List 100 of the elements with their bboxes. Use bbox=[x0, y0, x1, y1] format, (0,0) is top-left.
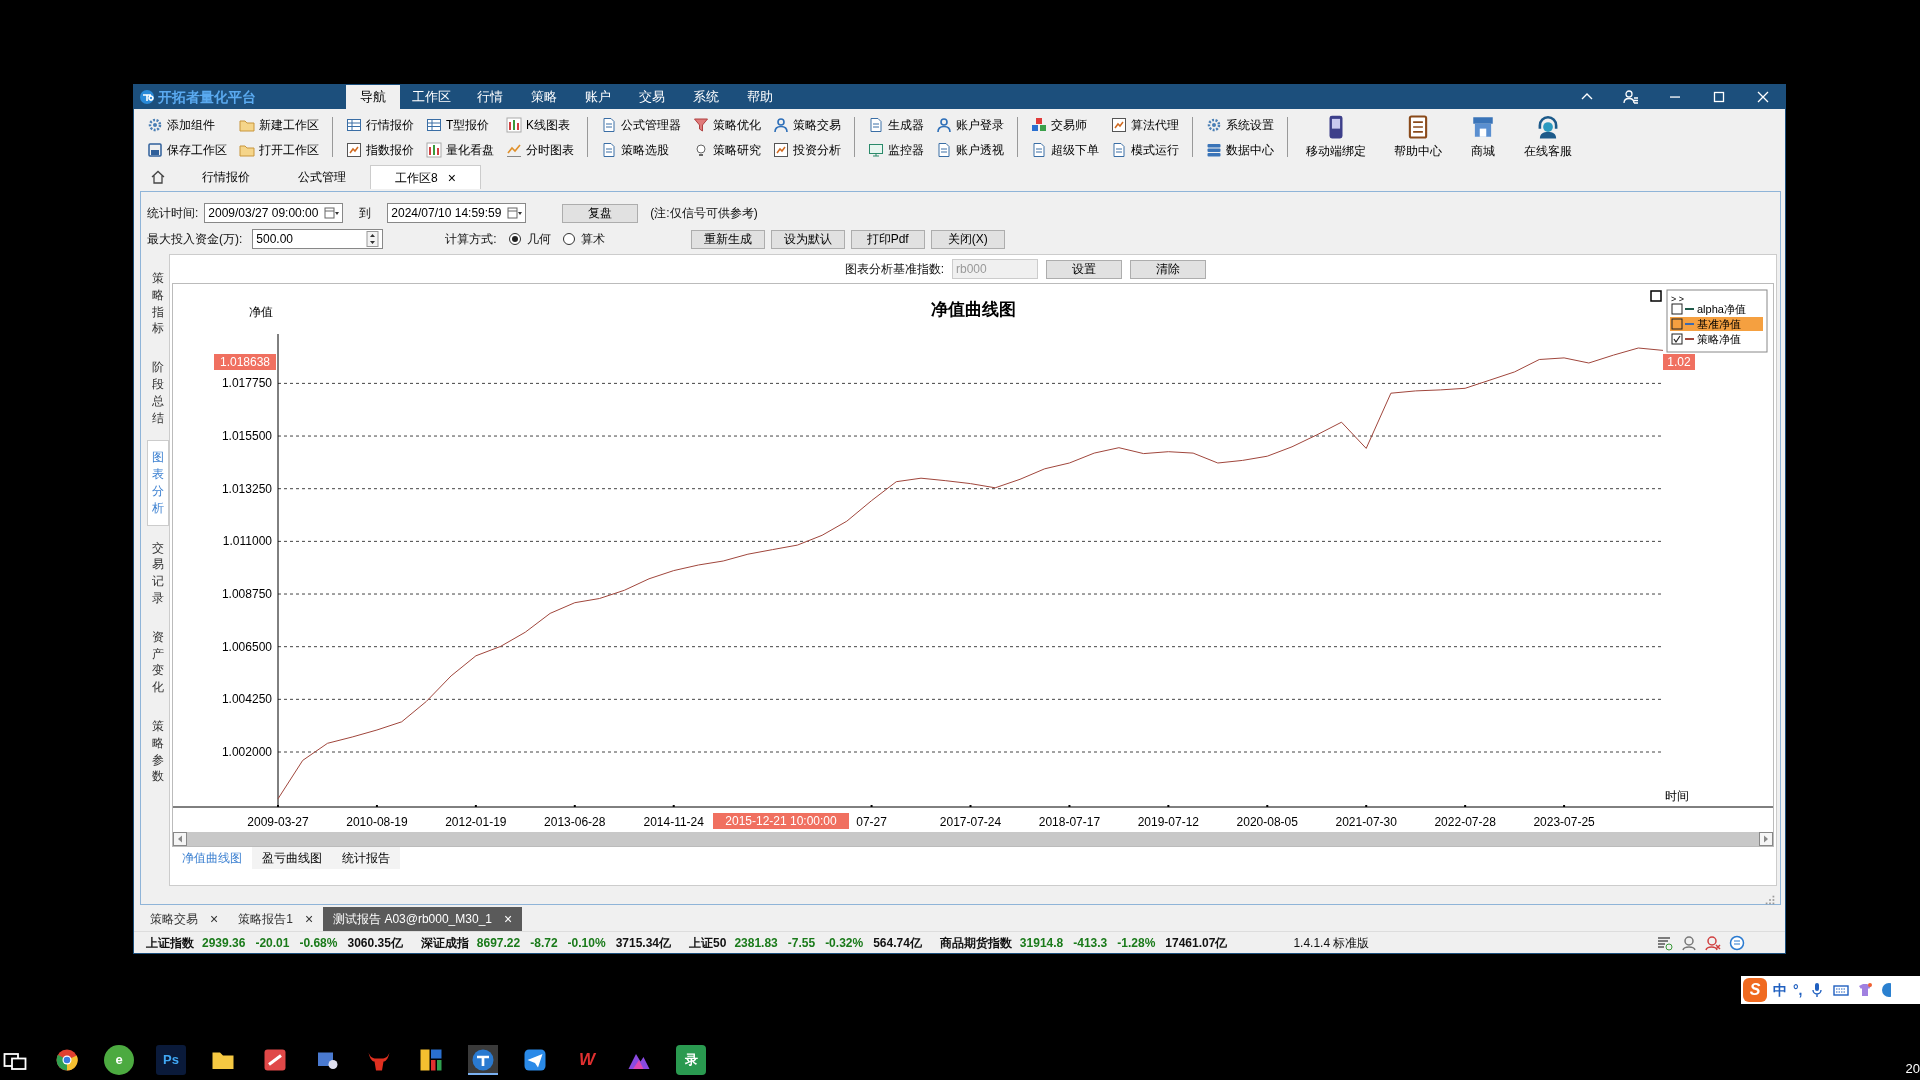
toolbar-button[interactable]: 保存工作区 bbox=[144, 137, 230, 162]
field-label: 最大投入资金(万): bbox=[147, 231, 243, 248]
square-icon[interactable] bbox=[1650, 290, 1662, 302]
action-button[interactable]: 设置 bbox=[1046, 259, 1122, 279]
index-price: 8697.22 bbox=[476, 934, 521, 952]
toolbar-button[interactable]: 账户透视 bbox=[933, 137, 1007, 162]
side-tab[interactable]: 策略指标 bbox=[147, 262, 169, 346]
menu-tab[interactable]: 账户 bbox=[571, 85, 625, 109]
toolbar-button[interactable]: 模式运行 bbox=[1108, 137, 1182, 162]
toolbar-button[interactable]: 系统设置 bbox=[1203, 112, 1277, 137]
replay-button[interactable]: 复盘 bbox=[562, 203, 639, 223]
app-icon bbox=[1880, 982, 1891, 998]
action-button[interactable]: 打印Pdf bbox=[850, 229, 925, 249]
index-name: 商品期货指数 bbox=[939, 934, 1012, 952]
taskbar-app-button[interactable]: 录 bbox=[676, 1045, 706, 1075]
shirt-icon bbox=[1856, 982, 1873, 998]
action-button[interactable]: 重新生成 bbox=[690, 229, 765, 249]
toolbar-button[interactable]: 添加组件 bbox=[144, 112, 230, 137]
x-tick-label: 2023-07-25 bbox=[1533, 815, 1595, 829]
toolbar-button[interactable]: 帮助中心 bbox=[1388, 112, 1448, 162]
toolbar-button[interactable]: 商城 bbox=[1464, 112, 1502, 162]
menu-tab[interactable]: 工作区 bbox=[400, 85, 463, 109]
side-tab[interactable]: 资产变化 bbox=[147, 620, 169, 704]
side-tab[interactable]: 阶段总结 bbox=[147, 351, 169, 435]
radio-label[interactable]: 算术 bbox=[580, 230, 605, 248]
toolbar-button[interactable]: T型报价 bbox=[423, 112, 497, 137]
legend-checkbox[interactable] bbox=[1671, 333, 1683, 345]
horizontal-scrollbar[interactable] bbox=[173, 832, 1773, 846]
toolbar-button[interactable]: 算法代理 bbox=[1108, 112, 1182, 137]
toolbar-button[interactable]: 策略优化 bbox=[690, 112, 764, 137]
toolbar-button[interactable]: K线图表 bbox=[503, 112, 577, 137]
toolbar-button[interactable]: 量化看盘 bbox=[423, 137, 497, 162]
chart-tab[interactable]: 净值曲线图 bbox=[172, 847, 252, 869]
menu-tab[interactable]: 帮助 bbox=[733, 85, 787, 109]
legend-checkbox[interactable] bbox=[1671, 303, 1683, 315]
toolbar-button[interactable]: 交易师 bbox=[1028, 112, 1102, 137]
index-percent: -0.32% bbox=[825, 934, 864, 952]
menu-tab[interactable]: 交易 bbox=[625, 85, 679, 109]
document-tab[interactable]: 策略交易 × bbox=[140, 907, 229, 931]
toolbar-button[interactable]: 账户登录 bbox=[933, 112, 1007, 137]
x-tick-label: 2009-03-27 bbox=[247, 815, 309, 829]
menu-tab[interactable]: 导航 bbox=[346, 85, 400, 109]
toolbar-button[interactable]: 移动端绑定 bbox=[1300, 112, 1372, 162]
toolbar-button[interactable]: 投资分析 bbox=[770, 137, 844, 162]
document-tab[interactable]: 测试报告 A03@rb000_M30_1 × bbox=[323, 907, 523, 931]
toolbar-button[interactable]: 打开工作区 bbox=[236, 137, 322, 162]
toolbar-button[interactable]: 行情报价 bbox=[343, 112, 417, 137]
close-tab-button[interactable]: × bbox=[304, 912, 314, 926]
close-tab-button[interactable]: × bbox=[504, 912, 513, 926]
toolbar-button[interactable]: 分时图表 bbox=[503, 137, 577, 162]
document-icon bbox=[601, 116, 617, 133]
workspace-tab[interactable]: 行情报价 bbox=[178, 165, 274, 189]
radio-button[interactable] bbox=[562, 233, 575, 245]
action-button[interactable]: 关闭(X) bbox=[930, 229, 1005, 249]
table-icon bbox=[426, 116, 442, 133]
radio-button[interactable] bbox=[508, 233, 521, 245]
tiles-icon bbox=[419, 1048, 443, 1072]
toolbar-button[interactable]: 生成器 bbox=[865, 112, 927, 137]
side-tab[interactable]: 交易记录 bbox=[147, 531, 169, 615]
taskbar-app-button[interactable]: W bbox=[572, 1045, 602, 1075]
y-axis-title: 净值 bbox=[249, 305, 273, 319]
action-button[interactable]: 设为默认 bbox=[770, 229, 845, 249]
workspace-tab[interactable]: 公式管理 bbox=[274, 165, 370, 189]
person-icon bbox=[1705, 934, 1721, 951]
menu-tab[interactable]: 策略 bbox=[517, 85, 571, 109]
toolbar-button[interactable]: 超级下单 bbox=[1028, 137, 1102, 162]
index-change: -8.72 bbox=[530, 934, 558, 952]
toolbar-button[interactable]: 策略交易 bbox=[770, 112, 844, 137]
side-tab[interactable]: 图表分析 bbox=[147, 440, 169, 526]
close-tab-button[interactable]: × bbox=[447, 170, 456, 185]
index-percent: -0.10% bbox=[567, 934, 606, 952]
menu-tab[interactable]: 行情 bbox=[463, 85, 517, 109]
legend-expand-toggle[interactable]: > > bbox=[1671, 294, 1684, 304]
ime-mode-button[interactable]: 中 bbox=[1773, 979, 1787, 1001]
action-button[interactable]: 清除 bbox=[1130, 259, 1206, 279]
toolbar-button[interactable]: 新建工作区 bbox=[236, 112, 322, 137]
toolbar-button[interactable]: 策略研究 bbox=[690, 137, 764, 162]
x-tick-label: 2021-07-30 bbox=[1335, 815, 1397, 829]
chart-tab[interactable]: 统计报告 bbox=[332, 847, 400, 869]
document-tab[interactable]: 策略报告1 × bbox=[228, 907, 324, 931]
toolbar-button[interactable]: 数据中心 bbox=[1203, 137, 1277, 162]
taskbar-app-button[interactable]: Ps bbox=[156, 1045, 186, 1075]
toolbar-button[interactable]: 在线客服 bbox=[1518, 112, 1578, 162]
toolbar-button[interactable]: 监控器 bbox=[865, 137, 927, 162]
ime-punct-button[interactable]: °, bbox=[1793, 979, 1803, 1001]
legend-checkbox[interactable] bbox=[1671, 318, 1683, 330]
side-tab[interactable]: 策略参数 bbox=[147, 709, 169, 794]
lightbulb-icon bbox=[693, 141, 709, 158]
close-tab-button[interactable]: × bbox=[210, 912, 219, 926]
menu-tab[interactable]: 系统 bbox=[679, 85, 733, 109]
radio-label[interactable]: 几何 bbox=[526, 230, 551, 248]
legend-label: 策略净值 bbox=[1697, 333, 1741, 345]
chart-tab[interactable]: 盈亏曲线图 bbox=[252, 847, 332, 869]
y-tick-label: 1.006500 bbox=[221, 639, 272, 654]
toolbar-button[interactable]: 策略选股 bbox=[598, 137, 684, 162]
toolbar-button[interactable]: 公式管理器 bbox=[598, 112, 684, 137]
taskbar-button[interactable] bbox=[468, 1045, 498, 1075]
toolbar-button[interactable]: 指数报价 bbox=[343, 137, 417, 162]
workspace-tab[interactable]: 工作区8 × bbox=[370, 165, 481, 189]
close-icon bbox=[1755, 89, 1771, 105]
